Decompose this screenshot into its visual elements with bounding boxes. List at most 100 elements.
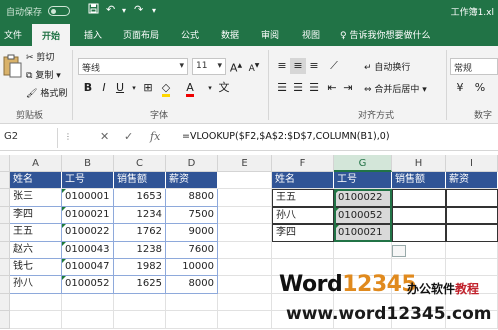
column-header-a[interactable]: A xyxy=(10,155,62,172)
increase-font-size-icon[interactable]: A▲ xyxy=(228,58,244,75)
table1-header-cell[interactable]: 姓名 xyxy=(10,172,62,190)
table1-cell[interactable]: 1625 xyxy=(114,276,166,294)
empty-cell[interactable] xyxy=(62,293,114,312)
empty-cell[interactable] xyxy=(166,293,218,312)
decrease-font-size-icon[interactable]: A▼ xyxy=(246,58,262,74)
column-header-e[interactable]: E xyxy=(218,155,272,172)
align-middle-icon[interactable]: ≡ xyxy=(290,58,306,74)
undo-icon[interactable]: ↶ xyxy=(106,3,115,16)
name-box[interactable]: G2 xyxy=(0,128,58,148)
decrease-indent-icon[interactable]: ⇤ xyxy=(324,80,340,96)
undo-dropdown-icon[interactable]: ▾ xyxy=(122,6,126,15)
bold-button[interactable]: B xyxy=(80,80,96,96)
row-header[interactable] xyxy=(0,241,10,259)
cancel-icon[interactable]: ✕ xyxy=(100,130,109,143)
format-painter-button[interactable]: 🖌 格式刷 xyxy=(26,86,67,100)
table1-cell[interactable]: 王五 xyxy=(10,224,62,242)
tab-data[interactable]: 数据 xyxy=(221,28,239,41)
increase-indent-icon[interactable]: ⇥ xyxy=(340,80,356,96)
table1-cell[interactable]: 0100052 xyxy=(62,276,114,294)
table2-header-cell[interactable]: 销售额 xyxy=(392,172,446,190)
number-format-select[interactable]: 常规 xyxy=(450,58,498,75)
currency-icon[interactable]: ¥ xyxy=(452,80,468,96)
save-icon[interactable] xyxy=(88,3,99,17)
table2-header-cell[interactable]: 工号 xyxy=(334,172,392,190)
italic-button[interactable]: I xyxy=(96,80,112,96)
table2-cell[interactable]: 李四 xyxy=(272,224,334,242)
enter-icon[interactable]: ✓ xyxy=(124,130,133,143)
table2-cell[interactable] xyxy=(446,206,498,225)
row-header[interactable] xyxy=(0,311,10,329)
empty-cell[interactable] xyxy=(166,311,218,329)
row-header[interactable] xyxy=(0,259,10,277)
table1-cell[interactable]: 0100043 xyxy=(62,241,114,259)
column-header-i[interactable]: I xyxy=(446,155,498,172)
table1-cell[interactable]: 1234 xyxy=(114,206,166,225)
fill-color-icon[interactable]: ◇ xyxy=(158,80,174,97)
font-name-select[interactable]: 等线 ▾ xyxy=(78,58,188,75)
table2-cell[interactable]: 0100021 xyxy=(334,224,392,242)
tell-me-search[interactable]: ♀ 告诉我你想要做什么 xyxy=(340,28,430,41)
formula-input[interactable]: =VLOOKUP($F2,$A$2:$D$7,COLUMN(B1),0) xyxy=(182,131,390,142)
table1-cell[interactable]: 9000 xyxy=(166,224,218,242)
table2-cell[interactable]: 王五 xyxy=(272,189,334,207)
row-header[interactable] xyxy=(0,206,10,225)
cut-button[interactable]: ✂ 剪切 xyxy=(26,50,54,64)
table1-cell[interactable]: 10000 xyxy=(166,259,218,277)
table2-header-cell[interactable]: 薪资 xyxy=(446,172,498,190)
table1-cell[interactable]: 1653 xyxy=(114,189,166,207)
table1-header-cell[interactable]: 工号 xyxy=(62,172,114,190)
empty-cell[interactable] xyxy=(218,311,272,329)
wrap-text-button[interactable]: ↵ 自动换行 xyxy=(364,60,410,73)
table1-cell[interactable]: 0100022 xyxy=(62,224,114,242)
tab-formulas[interactable]: 公式 xyxy=(181,28,199,41)
insert-function-icon[interactable]: fx xyxy=(150,130,160,143)
table1-cell[interactable]: 0100047 xyxy=(62,259,114,277)
row-header[interactable] xyxy=(0,293,10,312)
empty-cell[interactable] xyxy=(10,311,62,329)
copy-button[interactable]: ⧉ 复制 ▾ xyxy=(26,68,61,82)
table1-cell[interactable]: 1982 xyxy=(114,259,166,277)
table2-header-cell[interactable]: 姓名 xyxy=(272,172,334,190)
table1-cell[interactable]: 8800 xyxy=(166,189,218,207)
table1-cell[interactable]: 李四 xyxy=(10,206,62,225)
empty-cell[interactable] xyxy=(218,189,272,207)
empty-cell[interactable] xyxy=(10,293,62,312)
percent-icon[interactable]: % xyxy=(472,80,488,96)
font-size-select[interactable]: 11 ▾ xyxy=(192,58,226,75)
table2-cell[interactable] xyxy=(392,189,446,207)
empty-cell[interactable] xyxy=(114,293,166,312)
empty-cell[interactable] xyxy=(218,206,272,225)
borders-icon[interactable]: ⊞ xyxy=(140,80,156,96)
column-header-h[interactable]: H xyxy=(392,155,446,172)
paste-button[interactable] xyxy=(2,54,22,83)
table2-cell[interactable]: 0100052 xyxy=(334,206,392,225)
table1-cell[interactable]: 张三 xyxy=(10,189,62,207)
column-header-d[interactable]: D xyxy=(166,155,218,172)
table1-cell[interactable]: 1762 xyxy=(114,224,166,242)
column-header-c[interactable]: C xyxy=(114,155,166,172)
align-left-icon[interactable]: ☰ xyxy=(274,80,290,96)
paste-options-icon[interactable] xyxy=(392,245,406,257)
table2-cell[interactable]: 孙八 xyxy=(272,206,334,225)
empty-cell[interactable] xyxy=(218,224,272,242)
align-top-icon[interactable]: ≡ xyxy=(274,58,290,74)
row-header[interactable] xyxy=(0,224,10,242)
select-all-corner[interactable] xyxy=(0,155,10,172)
table2-cell[interactable] xyxy=(446,189,498,207)
align-center-icon[interactable]: ☰ xyxy=(290,80,306,96)
align-right-icon[interactable]: ☰ xyxy=(306,80,322,96)
merge-center-button[interactable]: ⇔ 合并后居中 ▾ xyxy=(364,82,427,95)
customize-qat-icon[interactable]: ▾ xyxy=(152,6,156,15)
font-color-icon[interactable]: A xyxy=(182,80,198,97)
table2-cell[interactable]: 0100022 xyxy=(334,189,392,207)
table1-cell[interactable]: 0100021 xyxy=(62,206,114,225)
column-header-b[interactable]: B xyxy=(62,155,114,172)
empty-cell[interactable] xyxy=(218,241,272,259)
empty-cell[interactable] xyxy=(218,276,272,294)
table2-cell[interactable] xyxy=(392,206,446,225)
table2-cell[interactable] xyxy=(392,224,446,242)
tab-page-layout[interactable]: 页面布局 xyxy=(123,28,159,41)
empty-cell[interactable] xyxy=(62,311,114,329)
tab-review[interactable]: 审阅 xyxy=(261,28,279,41)
